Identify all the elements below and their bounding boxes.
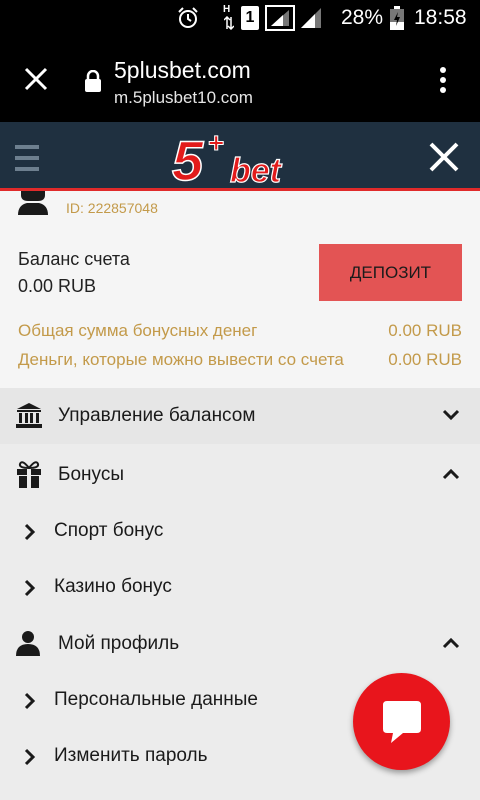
chat-button[interactable] [353, 673, 450, 770]
balance-value: 0.00 RUB [18, 276, 97, 296]
chevron-down-icon [442, 409, 460, 421]
deposit-button[interactable]: ДЕПОЗИТ [319, 244, 462, 301]
chevron-up-icon [442, 637, 460, 649]
chat-bubble-icon [383, 701, 421, 743]
page-url[interactable]: m.5plusbet10.com [114, 88, 253, 108]
sim-icon: 1 [241, 6, 259, 30]
hamburger-icon[interactable] [15, 145, 41, 171]
svg-text:5: 5 [172, 129, 204, 188]
lock-icon [85, 70, 101, 92]
chevron-right-icon [24, 692, 36, 710]
battery-charging-icon [390, 6, 404, 30]
signal-icon [301, 8, 321, 28]
more-vert-icon[interactable] [438, 66, 448, 94]
chevron-right-icon [24, 579, 36, 597]
site-logo[interactable]: 5 + bet [170, 128, 294, 188]
balance-label: Баланс счета [18, 249, 130, 269]
page-title: 5plusbet.com [114, 57, 251, 83]
network-type-label: H [223, 4, 231, 15]
submenu-label: Изменить пароль [54, 745, 208, 766]
clock: 18:58 [414, 6, 467, 29]
submenu-item-casino-bonus[interactable]: Казино бонус [0, 559, 480, 615]
data-arrows-icon [224, 16, 234, 30]
submenu-label: Персональные данные [54, 689, 258, 710]
menu-label: Мой профиль [58, 633, 180, 654]
bank-icon [16, 403, 42, 428]
user-id: ID: 222857048 [66, 200, 158, 216]
chevron-up-icon [442, 468, 460, 480]
svg-text:+: + [208, 128, 224, 158]
gift-icon [17, 461, 41, 488]
person-icon [16, 631, 40, 656]
submenu-label: Казино бонус [54, 576, 172, 597]
alarm-icon [178, 7, 198, 28]
sim-label: 1 [245, 9, 255, 26]
chevron-right-icon [24, 748, 36, 766]
menu-label: Управление балансом [58, 405, 256, 426]
submenu-item-sport-bonus[interactable]: Спорт бонус [0, 503, 480, 559]
browser-toolbar: 5plusbet.com m.5plusbet10.com [0, 36, 480, 122]
user-icon [18, 191, 48, 215]
submenu-label: Спорт бонус [54, 520, 164, 541]
account-panel: ID: 222857048 Баланс счета 0.00 RUB ДЕПО… [0, 191, 480, 388]
menu-item-bonuses[interactable]: Бонусы [0, 447, 480, 503]
svg-text:bet: bet [230, 152, 283, 188]
chevron-right-icon [24, 523, 36, 541]
battery-percent: 28% [341, 6, 384, 29]
menu-item-balance-management[interactable]: Управление балансом [0, 388, 480, 444]
site-header: 5 + bet [0, 122, 480, 191]
withdrawable-label: Деньги, которые можно вывести со счета [18, 350, 344, 369]
signal-icon [265, 5, 295, 31]
status-bar: H 1 28% 18:58 [0, 0, 480, 36]
withdrawable-value: 0.00 RUB [388, 350, 462, 369]
bonus-total-row: Общая сумма бонусных денег 0.00 RUB [18, 321, 462, 341]
withdrawable-row: Деньги, которые можно вывести со счета 0… [18, 350, 462, 370]
close-icon[interactable] [24, 67, 48, 91]
menu-item-profile[interactable]: Мой профиль [0, 616, 480, 672]
bonus-total-value: 0.00 RUB [388, 321, 462, 340]
close-icon[interactable] [429, 142, 459, 172]
bonus-total-label: Общая сумма бонусных денег [18, 321, 258, 340]
menu-label: Бонусы [58, 464, 124, 485]
